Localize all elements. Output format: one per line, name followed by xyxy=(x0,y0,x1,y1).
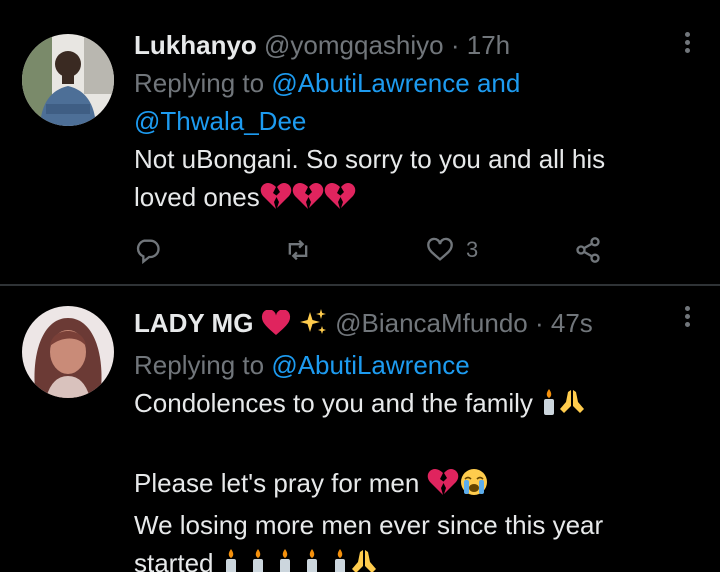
like-count: 3 xyxy=(466,237,479,262)
candle-icon xyxy=(221,548,241,572)
candle-icon xyxy=(540,388,558,426)
display-name[interactable]: LADY MG xyxy=(134,308,253,338)
reply-icon xyxy=(136,239,160,264)
tweet-actions: 3 xyxy=(134,232,614,268)
share-button[interactable] xyxy=(574,232,602,268)
candle-icon xyxy=(330,548,350,572)
timestamp[interactable]: 47s xyxy=(551,308,593,338)
separator: · xyxy=(450,30,460,60)
red-heart-icon xyxy=(261,308,291,346)
mention-link[interactable]: @AbutiLawrence xyxy=(271,350,469,380)
replying-and[interactable]: and xyxy=(477,68,520,98)
folded-hands-icon xyxy=(350,548,378,572)
candle-icon xyxy=(302,548,322,572)
reply-button[interactable] xyxy=(134,232,162,268)
candle-icon xyxy=(275,548,295,572)
share-icon xyxy=(576,237,600,263)
broken-heart-icon xyxy=(427,468,459,506)
tweet-item[interactable]: LADY MG @BiancaMfundo · 47s Replying to … xyxy=(0,286,720,572)
tweet-text-line: Condolences to you and the family xyxy=(134,388,533,418)
replying-to: Replying to @AbutiLawrence xyxy=(134,346,660,384)
display-name[interactable]: Lukhanyo xyxy=(134,30,257,60)
timestamp[interactable]: 17h xyxy=(467,30,510,60)
avatar-photo xyxy=(22,34,114,126)
mention-link[interactable]: @AbutiLawrence xyxy=(271,68,469,98)
broken-heart-icon xyxy=(324,182,356,220)
tweet-text-line: Please let's pray for men xyxy=(134,468,420,498)
crying-face-icon xyxy=(459,468,489,506)
tweet-text-line: started xyxy=(134,548,214,572)
tweet-text-line: Not uBongani. So sorry to you and all hi… xyxy=(134,144,606,174)
sparkles-icon xyxy=(298,308,328,346)
like-button[interactable]: 3 xyxy=(426,232,478,268)
candle-icon xyxy=(248,548,268,572)
replying-to: Replying to @AbutiLawrence and xyxy=(134,64,660,102)
broken-heart-icon xyxy=(260,182,292,220)
user-handle[interactable]: @yomgqashiyo xyxy=(264,30,444,60)
tweet-item[interactable]: Lukhanyo @yomgqashiyo · 17h Replying to … xyxy=(0,0,720,284)
user-handle[interactable]: @BiancaMfundo xyxy=(335,308,528,338)
replying-prefix: Replying to xyxy=(134,68,265,98)
mention-link[interactable]: @Thwala_Dee xyxy=(134,106,306,136)
replying-prefix: Replying to xyxy=(134,350,265,380)
separator: · xyxy=(534,308,544,338)
more-options-icon[interactable] xyxy=(682,306,692,332)
broken-heart-icon xyxy=(292,182,324,220)
avatar-photo xyxy=(22,306,114,398)
more-options-icon[interactable] xyxy=(682,32,692,58)
retweet-button[interactable] xyxy=(284,232,312,268)
tweet-text: Not uBongani. So sorry to you and all hi… xyxy=(134,140,660,220)
tweet-text-line: We losing more men ever since this year xyxy=(134,510,604,540)
tweet-text-line: loved ones xyxy=(134,182,260,212)
heart-icon xyxy=(427,237,453,261)
avatar[interactable] xyxy=(22,34,114,126)
avatar[interactable] xyxy=(22,306,114,398)
tweet-text: Condolences to you and the family Please… xyxy=(134,384,660,572)
retweet-icon xyxy=(288,239,308,261)
folded-hands-icon xyxy=(558,388,586,426)
